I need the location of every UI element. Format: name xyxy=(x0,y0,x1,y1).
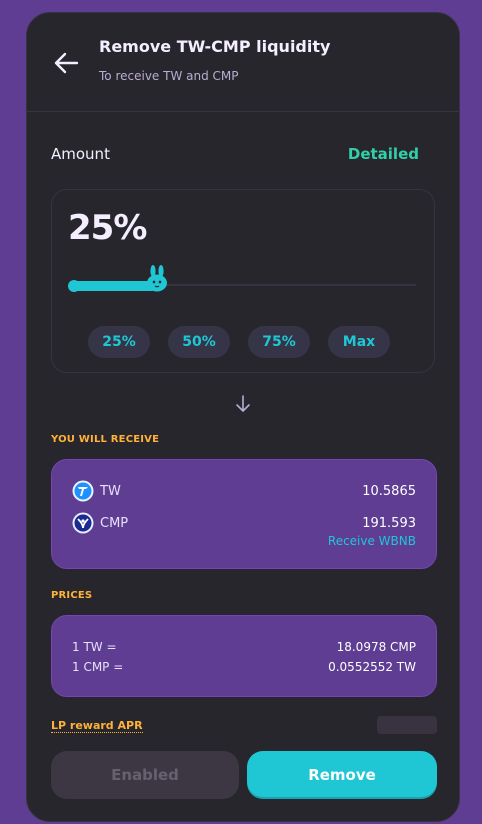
percent-max-button[interactable]: Max xyxy=(328,326,390,358)
bunny-slider-thumb-icon[interactable] xyxy=(144,264,170,294)
receive-row-tw: TW 10.5865 xyxy=(72,480,416,502)
percent-50-button[interactable]: 50% xyxy=(168,326,230,358)
token-amount: 191.593 xyxy=(362,515,416,531)
receive-panel: TW 10.5865 CMP 191.593 Receive WBNB xyxy=(51,459,437,569)
lp-reward-apr-skeleton xyxy=(377,716,437,734)
amount-label: Amount xyxy=(51,145,110,163)
price-row-tw: 1 TW = 18.0978 CMP xyxy=(72,640,416,654)
price-label: 1 CMP = xyxy=(72,660,124,674)
price-value: 0.0552552 TW xyxy=(328,660,416,674)
prices-label: PRICES xyxy=(51,590,93,601)
amount-slider[interactable] xyxy=(68,265,416,298)
you-will-receive-label: YOU WILL RECEIVE xyxy=(51,434,160,445)
receive-wbnb-link[interactable]: Receive WBNB xyxy=(328,534,416,548)
back-arrow-icon[interactable] xyxy=(53,51,81,75)
percent-display: 25% xyxy=(68,208,147,248)
remove-liquidity-card: Remove TW-CMP liquidity To receive TW an… xyxy=(26,12,460,822)
detailed-toggle[interactable]: Detailed xyxy=(348,145,419,163)
lp-reward-apr-label[interactable]: LP reward APR xyxy=(51,719,143,733)
slider-start-dot xyxy=(68,280,80,292)
token-symbol: TW xyxy=(100,483,121,499)
tw-token-icon xyxy=(72,480,94,502)
token-symbol: CMP xyxy=(100,515,129,531)
arrow-down-icon xyxy=(235,395,251,413)
percent-75-button[interactable]: 75% xyxy=(248,326,310,358)
enabled-button[interactable]: Enabled xyxy=(51,751,239,799)
price-value: 18.0978 CMP xyxy=(336,640,416,654)
amount-panel: 25% 25% 50% 75% Max xyxy=(51,189,435,373)
percent-quick-buttons: 25% 50% 75% Max xyxy=(88,326,390,358)
page-title: Remove TW-CMP liquidity xyxy=(99,37,331,56)
percent-25-button[interactable]: 25% xyxy=(88,326,150,358)
prices-panel: 1 TW = 18.0978 CMP 1 CMP = 0.0552552 TW xyxy=(51,615,437,697)
price-label: 1 TW = xyxy=(72,640,117,654)
remove-button[interactable]: Remove xyxy=(247,751,437,799)
cmp-token-icon xyxy=(72,512,94,534)
token-amount: 10.5865 xyxy=(362,483,416,499)
page-subtitle: To receive TW and CMP xyxy=(99,69,239,83)
card-header: Remove TW-CMP liquidity To receive TW an… xyxy=(27,13,459,112)
receive-row-cmp: CMP 191.593 xyxy=(72,512,416,534)
price-row-cmp: 1 CMP = 0.0552552 TW xyxy=(72,660,416,674)
